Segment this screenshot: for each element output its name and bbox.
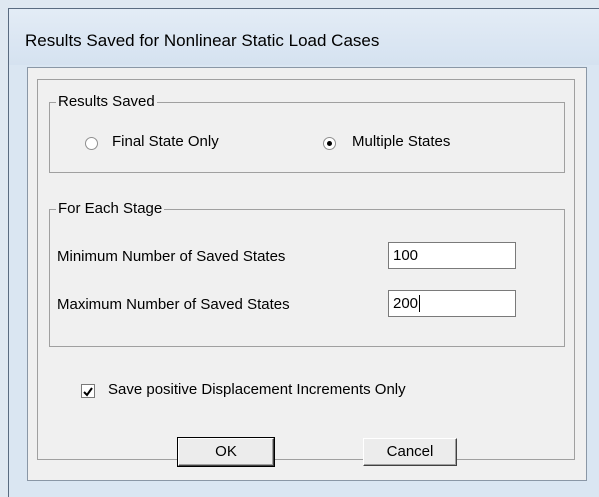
dialog-client-area: Results Saved Final State Only Multiple … (27, 67, 587, 481)
radio-selected-dot (327, 141, 332, 146)
max-saved-states-input[interactable] (388, 290, 516, 317)
dialog-window: Results Saved for Nonlinear Static Load … (8, 8, 599, 497)
for-each-stage-caption: For Each Stage (56, 200, 165, 217)
text-cursor (419, 295, 420, 312)
min-saved-states-input[interactable] (388, 242, 516, 269)
dialog-title: Results Saved for Nonlinear Static Load … (25, 31, 380, 50)
title-bar[interactable]: Results Saved for Nonlinear Static Load … (9, 9, 599, 65)
for-each-stage-group: For Each Stage Minimum Number of Saved S… (49, 200, 565, 347)
ok-button[interactable]: OK (177, 437, 275, 467)
save-positive-label[interactable]: Save positive Displacement Increments On… (108, 381, 406, 398)
min-saved-states-label: Minimum Number of Saved States (57, 248, 286, 265)
final-state-only-radio[interactable] (85, 137, 98, 150)
checkmark-icon (83, 387, 93, 397)
multiple-states-radio[interactable] (323, 137, 336, 150)
cancel-button[interactable]: Cancel (363, 438, 457, 466)
results-saved-group: Results Saved Final State Only Multiple … (49, 93, 565, 173)
multiple-states-label[interactable]: Multiple States (352, 133, 450, 150)
final-state-only-label[interactable]: Final State Only (112, 133, 219, 150)
results-saved-caption: Results Saved (56, 93, 157, 110)
max-saved-states-label: Maximum Number of Saved States (57, 296, 290, 313)
save-positive-checkbox[interactable] (81, 384, 95, 398)
